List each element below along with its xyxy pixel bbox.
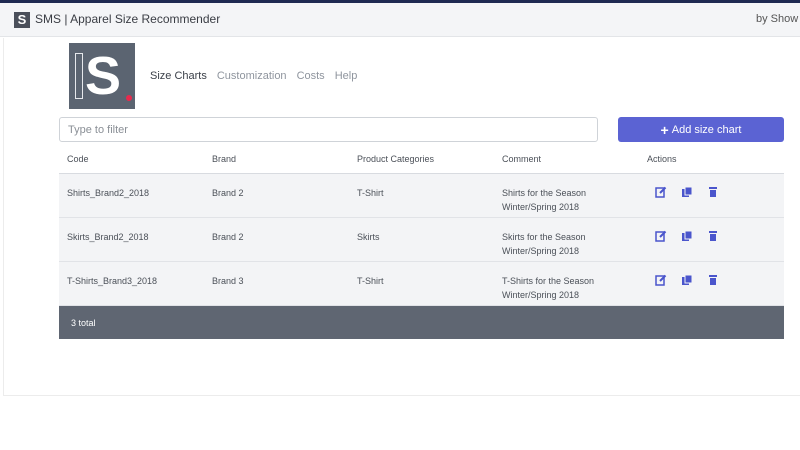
comment-line-2: Winter/Spring 2018 [502,202,580,212]
column-header-comment[interactable]: Comment [502,154,541,164]
comment-line-1: Shirts for the Season [502,188,587,198]
comment-line-1: Skirts for the Season [502,232,586,242]
app-header: S SMS | Apparel Size Recommender by Show… [0,3,800,37]
add-size-chart-button[interactable]: + Add size chart [618,117,784,142]
cell-comment: Shirts for the Season Winter/Spring 2018 [502,186,586,214]
cell-comment: Skirts for the Season Winter/Spring 2018 [502,230,586,258]
comment-line-1: T-Shirts for the Season [502,276,595,286]
size-charts-table: Code Brand Product Categories Comment Ac… [59,148,784,339]
row-actions [655,273,719,286]
table-row[interactable]: T-Shirts_Brand3_2018 Brand 3 T-Shirt T-S… [59,262,784,306]
cell-category: T-Shirt [357,276,384,286]
table-footer: 3 total [59,306,784,339]
brand-logo-letter: S [85,46,122,106]
table-row[interactable]: Shirts_Brand2_2018 Brand 2 T-Shirt Shirt… [59,174,784,218]
add-size-chart-label: Add size chart [671,123,742,136]
row-actions [655,229,719,242]
app-title: SMS | Apparel Size Recommender [35,12,221,26]
trash-icon[interactable] [707,273,719,285]
nav-item-help[interactable]: Help [335,70,358,84]
cell-category: Skirts [357,232,380,242]
copy-icon[interactable] [681,185,693,197]
filter-input[interactable] [59,117,598,142]
column-header-actions: Actions [647,154,677,164]
column-header-code[interactable]: Code [67,154,89,164]
cell-category: T-Shirt [357,188,384,198]
comment-line-2: Winter/Spring 2018 [502,290,580,300]
cell-comment: T-Shirts for the Season Winter/Spring 201… [502,274,594,302]
main-nav: Size Charts Customization Costs Help [150,70,357,84]
copy-icon[interactable] [681,273,693,285]
row-actions [655,185,719,198]
table-row[interactable]: Skirts_Brand2_2018 Brand 2 Skirts Skirts… [59,218,784,262]
cell-brand: Brand 2 [212,188,244,198]
trash-icon[interactable] [707,229,719,241]
brand-logo: S [69,43,135,109]
column-header-brand[interactable]: Brand [212,154,236,164]
cell-code: Shirts_Brand2_2018 [67,188,150,198]
copy-icon[interactable] [681,229,693,241]
cell-code: Skirts_Brand2_2018 [67,232,149,242]
comment-line-2: Winter/Spring 2018 [502,246,580,256]
nav-item-size-charts[interactable]: Size Charts [150,70,207,84]
nav-item-costs[interactable]: Costs [297,70,325,84]
edit-icon[interactable] [655,229,667,242]
table-header: Code Brand Product Categories Comment Ac… [59,148,784,174]
brand-dot-icon [126,95,132,101]
plus-icon: + [660,121,669,138]
app-logo-icon: S [14,12,30,28]
cell-brand: Brand 3 [212,276,244,286]
cell-code: T-Shirts_Brand3_2018 [67,276,158,286]
edit-icon[interactable] [655,273,667,286]
total-count: 3 total [71,318,96,328]
trash-icon[interactable] [707,185,719,197]
edit-icon[interactable] [655,185,667,198]
by-text-link[interactable]: by Show r [756,13,800,25]
nav-item-customization[interactable]: Customization [217,70,287,84]
ruler-icon [75,53,83,99]
cell-brand: Brand 2 [212,232,244,242]
column-header-product-categories[interactable]: Product Categories [357,154,434,164]
